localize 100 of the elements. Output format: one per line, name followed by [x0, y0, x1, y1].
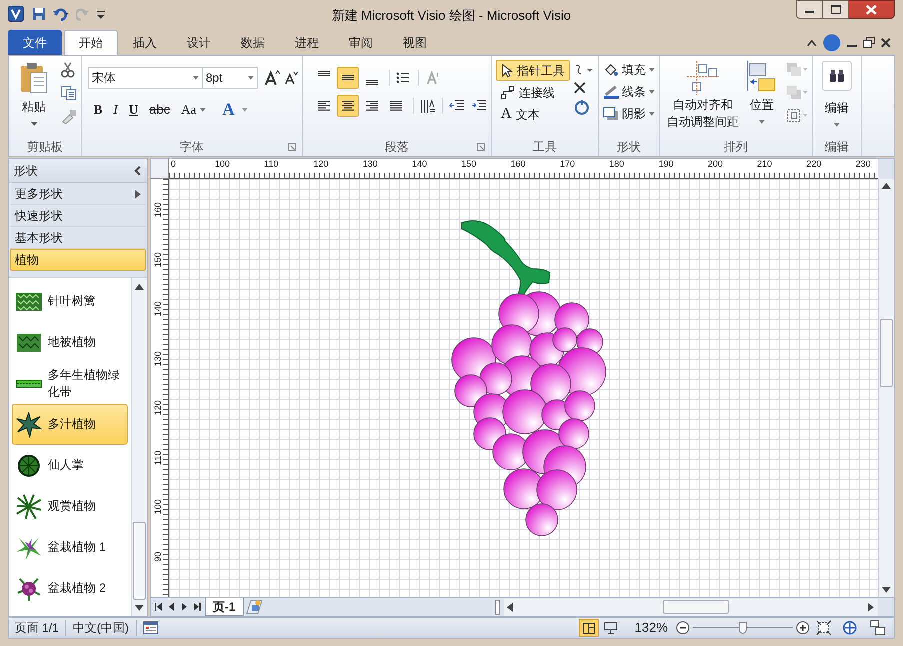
scroll-left-icon[interactable] — [506, 602, 513, 612]
zoom-out-icon[interactable] — [676, 621, 690, 635]
stencil-shape[interactable]: 多汁植物 — [12, 404, 128, 445]
page-tab[interactable]: 页-1 — [205, 598, 244, 616]
collapse-panel-icon[interactable] — [134, 166, 142, 176]
last-page-icon[interactable] — [194, 602, 201, 612]
stencil-shape[interactable]: 针叶树篱 — [12, 281, 128, 322]
tool-button[interactable]: 连接线 — [496, 82, 570, 103]
tool-button[interactable]: A 文本 — [496, 104, 570, 125]
close-button[interactable] — [849, 0, 895, 19]
caret-icon[interactable] — [242, 108, 248, 112]
scroll-right-icon[interactable] — [868, 602, 874, 612]
slider-thumb[interactable] — [739, 622, 747, 634]
scroll-up-icon[interactable] — [135, 284, 144, 290]
bold-button[interactable]: B — [92, 100, 105, 120]
font-size-field[interactable]: 8pt — [203, 67, 258, 89]
ribbon-tab[interactable]: 开始 — [64, 30, 118, 55]
zoom-slider[interactable] — [693, 621, 793, 635]
stencil-category[interactable]: 快速形状 — [10, 205, 146, 227]
file-tab[interactable]: 文件 — [8, 30, 62, 55]
pan-zoom-icon[interactable] — [842, 620, 858, 636]
paste-button[interactable]: 粘贴 — [13, 59, 55, 138]
split-handle[interactable] — [494, 600, 500, 614]
shape-format-button[interactable]: 阴影 — [603, 105, 655, 123]
first-page-icon[interactable] — [155, 602, 162, 612]
copy-icon[interactable] — [61, 86, 77, 101]
close-document-icon[interactable] — [881, 38, 891, 48]
scissors-icon[interactable] — [61, 62, 75, 78]
delete-icon[interactable] — [574, 82, 586, 94]
undo-icon[interactable] — [52, 7, 70, 21]
scroll-down-icon[interactable] — [882, 587, 891, 593]
ribbon-tab[interactable]: 审阅 — [334, 30, 388, 55]
shape-format-button[interactable]: 填充 — [603, 61, 655, 79]
switch-windows-icon[interactable] — [870, 620, 886, 636]
shrink-font-icon[interactable] — [284, 71, 298, 85]
scroll-thumb[interactable] — [880, 319, 893, 387]
stencil-shape[interactable]: 盆栽植物 2 — [12, 568, 128, 609]
ribbon-tab[interactable]: 设计 — [172, 30, 226, 55]
font-name-field[interactable]: 宋体 — [88, 67, 203, 89]
stencil-category[interactable]: 更多形状 — [10, 183, 146, 205]
bullets-icon[interactable] — [396, 71, 410, 85]
position-button[interactable]: 位置 — [744, 59, 780, 138]
dialog-launcher-icon[interactable] — [477, 143, 485, 151]
insert-page-icon[interactable] — [244, 599, 263, 615]
stencil-shape[interactable]: 盆栽植物 1 — [12, 527, 128, 568]
canvas-horizontal-scrollbar[interactable] — [504, 598, 878, 616]
align-button[interactable] — [337, 95, 359, 117]
grow-font-icon[interactable] — [264, 70, 280, 86]
app-icon[interactable] — [8, 6, 24, 22]
caret-icon[interactable] — [200, 108, 206, 112]
decrease-indent-icon[interactable] — [449, 99, 465, 113]
font-color-button[interactable]: A — [222, 97, 235, 122]
collapse-ribbon-icon[interactable] — [807, 38, 817, 46]
freeform-icon[interactable] — [574, 64, 594, 76]
maximize-button[interactable] — [823, 0, 849, 19]
vertical-align-button[interactable] — [337, 67, 359, 89]
macro-recorder-icon[interactable] — [143, 621, 160, 635]
scroll-up-icon[interactable] — [882, 183, 891, 189]
auto-align-button[interactable]: 自动对齐和 自动调整间距 — [664, 59, 742, 138]
ribbon-tab[interactable]: 插入 — [118, 30, 172, 55]
next-page-icon[interactable] — [181, 602, 188, 612]
brush-icon[interactable] — [61, 109, 77, 124]
minimize-button[interactable] — [796, 0, 823, 19]
fit-page-icon[interactable] — [816, 620, 832, 636]
caret-icon — [759, 120, 765, 124]
stencil-shape[interactable]: 地被植物 — [12, 322, 128, 363]
spacing-icon[interactable] — [420, 98, 436, 114]
rotate-icon[interactable] — [574, 100, 590, 116]
scroll-thumb[interactable] — [662, 600, 729, 614]
ribbon-tab[interactable]: 视图 — [388, 30, 442, 55]
stencil-category[interactable]: 植物 — [10, 249, 146, 271]
scroll-down-icon[interactable] — [135, 605, 144, 611]
stencil-scrollbar[interactable] — [131, 278, 147, 616]
zoom-in-icon[interactable] — [796, 621, 810, 635]
underline-button[interactable]: U — [127, 100, 140, 120]
restore-document-icon[interactable] — [863, 37, 875, 48]
ribbon-tab[interactable]: 数据 — [226, 30, 280, 55]
increase-indent-icon[interactable] — [471, 99, 487, 113]
stencil-shape[interactable]: 多年生植物绿化带 — [12, 363, 128, 404]
horizontal-align-icon — [364, 99, 380, 113]
previous-page-icon[interactable] — [168, 602, 175, 612]
canvas-vertical-scrollbar[interactable] — [878, 179, 894, 597]
tool-button[interactable]: 指针工具 — [496, 60, 570, 81]
caret-icon — [30, 122, 38, 126]
stencil-shape[interactable]: 仙人掌 — [12, 445, 128, 486]
italic-button[interactable]: I — [112, 100, 120, 120]
ribbon-tab[interactable]: 进程 — [280, 30, 334, 55]
normal-view-button[interactable] — [578, 619, 599, 637]
presentation-icon[interactable] — [604, 622, 618, 634]
group-label: 排列 — [724, 139, 748, 156]
ruler-label: 170 — [560, 159, 576, 169]
save-icon[interactable] — [32, 7, 46, 21]
change-case-button[interactable]: Aa — [179, 100, 199, 120]
shape-format-button[interactable]: 线条 — [603, 83, 655, 101]
stencil-shape[interactable]: 观赏植物 — [12, 486, 128, 527]
scroll-thumb[interactable] — [133, 522, 146, 600]
dialog-launcher-icon[interactable] — [288, 143, 296, 151]
strikethrough-button[interactable]: abc — [147, 100, 172, 120]
group-icon[interactable] — [786, 108, 808, 124]
editing-button[interactable]: 编辑 — [817, 59, 857, 138]
